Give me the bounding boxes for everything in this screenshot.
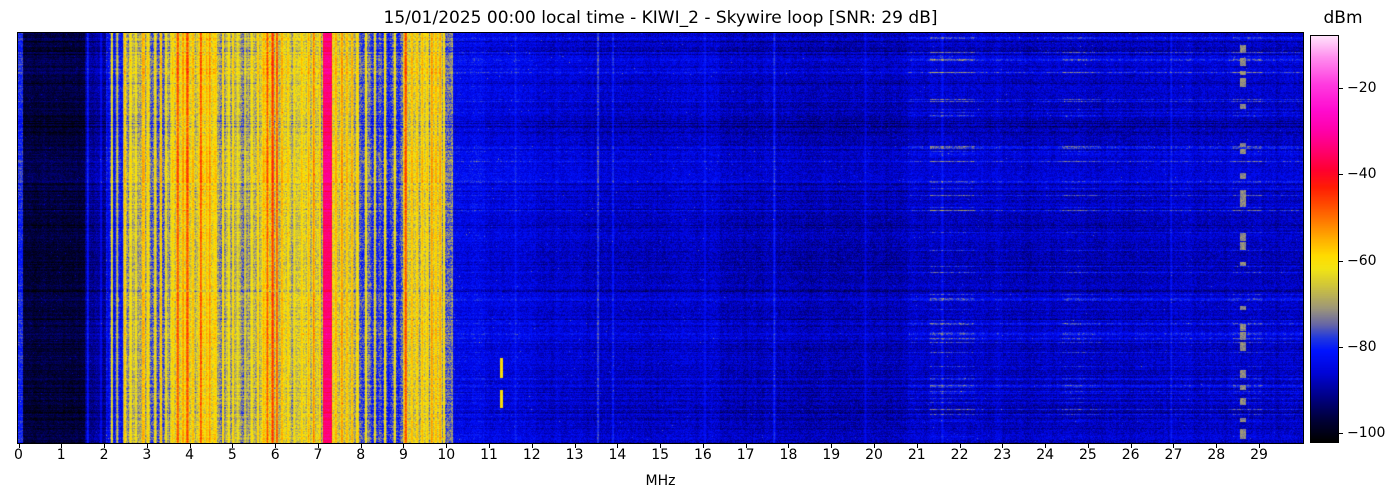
x-tick-label: 27 — [1164, 447, 1183, 463]
colorbar-tick-label: −80 — [1347, 338, 1377, 355]
colorbar-tick-mark — [1339, 174, 1343, 176]
x-tick-label: 22 — [950, 447, 969, 463]
colorbar-gradient — [1311, 36, 1338, 442]
x-tick-label: 2 — [99, 447, 109, 463]
x-tick-label: 26 — [1121, 447, 1140, 463]
x-tick-label: 28 — [1207, 447, 1226, 463]
colorbar-tick-mark — [1339, 433, 1343, 435]
x-tick-label: 7 — [313, 447, 323, 463]
x-tick-label: 3 — [142, 447, 152, 463]
x-tick-label: 10 — [437, 447, 456, 463]
colorbar-tick-label: −40 — [1347, 166, 1377, 183]
x-tick-label: 14 — [608, 447, 627, 463]
x-tick-label: 23 — [993, 447, 1012, 463]
x-tick-label: 19 — [822, 447, 841, 463]
x-tick-label: 18 — [779, 447, 798, 463]
x-tick-label: 21 — [907, 447, 926, 463]
chart-title: 15/01/2025 00:00 local time - KIWI_2 - S… — [383, 8, 938, 28]
colorbar-tick-label: −100 — [1347, 425, 1386, 442]
x-tick-label: 0 — [14, 447, 23, 463]
x-tick-label: 12 — [522, 447, 541, 463]
x-tick-label: 1 — [56, 447, 66, 463]
x-tick-label: 24 — [1036, 447, 1055, 463]
x-tick-label: 5 — [227, 447, 237, 463]
colorbar-tick-label: −20 — [1347, 79, 1377, 96]
x-tick-label: 16 — [693, 447, 712, 463]
spectrogram-plot-area — [17, 32, 1304, 444]
x-tick-label: 4 — [185, 447, 195, 463]
colorbar-tick-mark — [1339, 260, 1343, 262]
x-tick-label: 13 — [565, 447, 584, 463]
x-tick-label: 9 — [399, 447, 408, 463]
colorbar-tick-label: −60 — [1347, 252, 1377, 269]
spectrogram-figure: 15/01/2025 00:00 local time - KIWI_2 - S… — [0, 0, 1400, 500]
colorbar-label: dBm — [1323, 8, 1363, 28]
colorbar-tick-mark — [1339, 87, 1343, 89]
x-tick-label: 8 — [356, 447, 366, 463]
x-tick-label: 11 — [480, 447, 498, 463]
x-tick-label: 17 — [736, 447, 755, 463]
x-tick-label: 20 — [865, 447, 883, 463]
colorbar-tick-mark — [1339, 346, 1343, 348]
x-axis-label: MHz — [645, 473, 676, 489]
spectrogram-canvas — [18, 33, 1303, 443]
colorbar — [1310, 35, 1339, 443]
x-tick-label: 15 — [651, 447, 670, 463]
x-tick-label: 6 — [270, 447, 280, 463]
x-tick-label: 29 — [1250, 447, 1268, 463]
x-tick-label: 25 — [1078, 447, 1097, 463]
